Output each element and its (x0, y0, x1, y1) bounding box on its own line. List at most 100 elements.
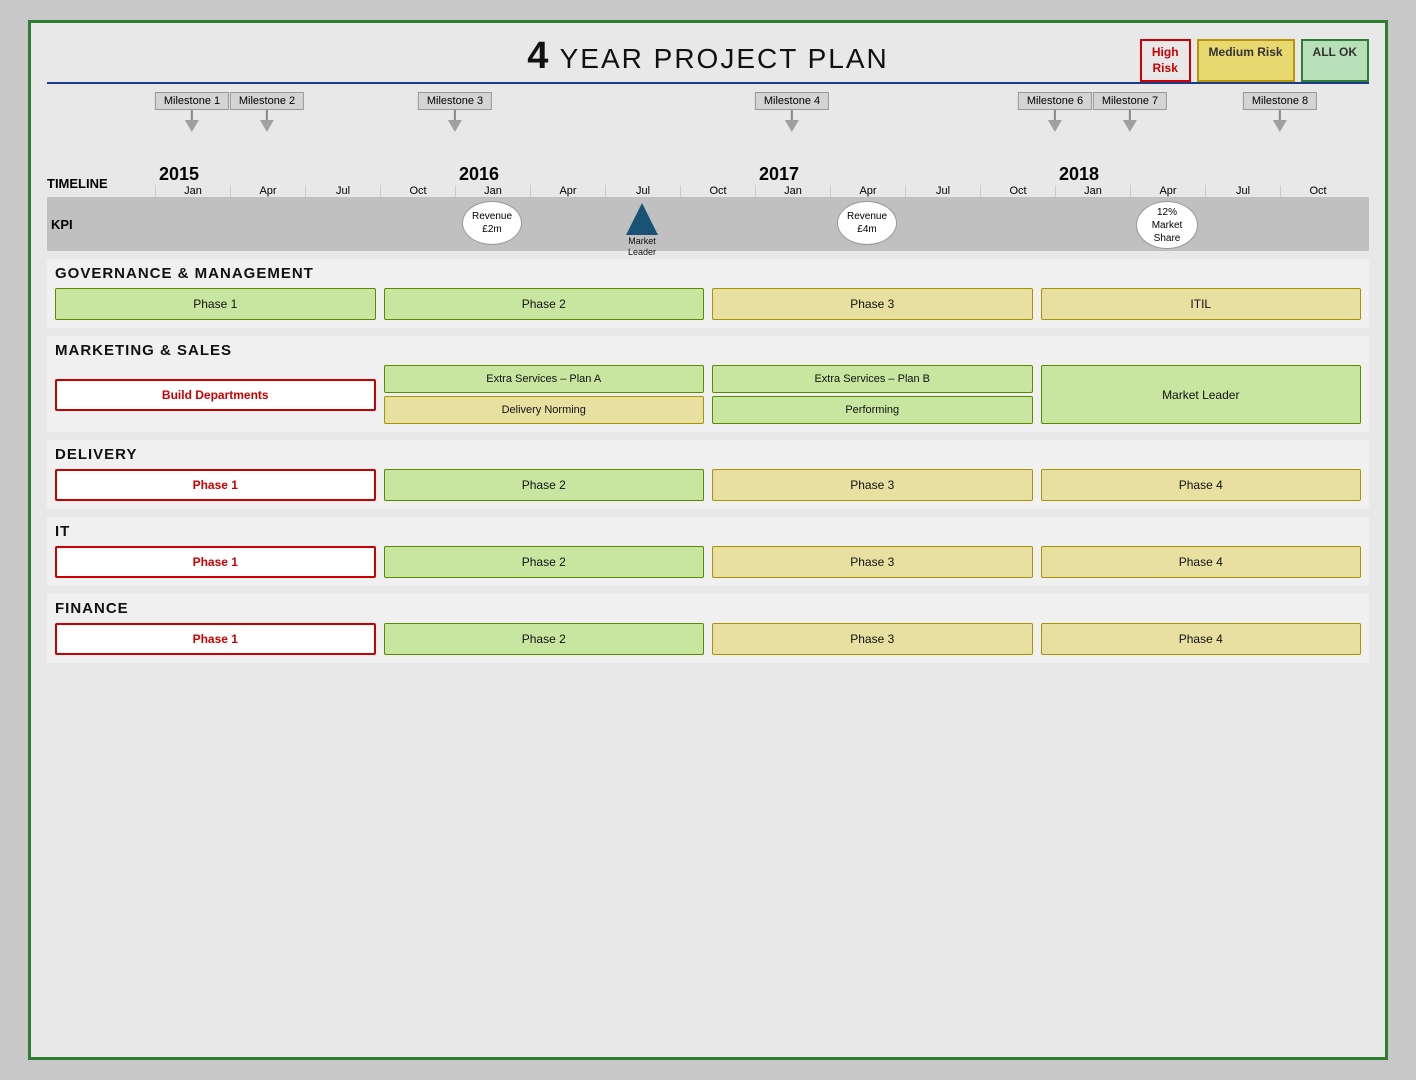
mkt-cell-1: Build Departments (55, 365, 376, 424)
fin-phase3[interactable]: Phase 3 (712, 623, 1033, 655)
month-jan-2018: Jan (1055, 185, 1130, 197)
month-jan-2016: Jan (455, 185, 530, 197)
milestone-8: Milestone 8 (1243, 92, 1317, 132)
milestone-1-stem (191, 110, 193, 120)
months-2017: Jan Apr Jul Oct (755, 185, 1055, 197)
milestone-3: Milestone 3 (418, 92, 492, 132)
mkt-market-leader[interactable]: Market Leader (1041, 365, 1362, 424)
mkt-performing[interactable]: Performing (712, 396, 1033, 424)
milestone-4-stem (791, 110, 793, 120)
mkt-delivery-norming[interactable]: Delivery Norming (384, 396, 705, 424)
month-jul-2017: Jul (905, 185, 980, 197)
year-2018: 2018 (1055, 164, 1355, 185)
milestone-7-box: Milestone 7 (1093, 92, 1167, 110)
milestone-6-stem (1054, 110, 1056, 120)
marketing-header: MARKETING & SALES (47, 342, 1369, 359)
milestone-7-stem (1129, 110, 1131, 120)
gov-itil[interactable]: ITIL (1041, 288, 1362, 320)
month-apr-2018: Apr (1130, 185, 1205, 197)
it-row: Phase 1 Phase 2 Phase 3 Phase 4 (47, 546, 1369, 578)
timeline-label: TIMELINE (47, 176, 155, 191)
timeline-grid: Milestone 1 Milestone 2 Milestone 3 (155, 92, 1369, 197)
finance-section: FINANCE Phase 1 Phase 2 Phase 3 Phase 4 (47, 594, 1369, 663)
month-oct-2015: Oct (380, 185, 455, 197)
mkt-cell-2: Extra Services – Plan A Delivery Norming (384, 365, 705, 424)
delivery-header: DELIVERY (47, 446, 1369, 463)
milestone-3-arrow (448, 120, 462, 132)
mkt-build-departments[interactable]: Build Departments (55, 379, 376, 411)
milestone-8-box: Milestone 8 (1243, 92, 1317, 110)
it-phase1[interactable]: Phase 1 (55, 546, 376, 578)
milestone-1: Milestone 1 (155, 92, 229, 132)
marketing-section: MARKETING & SALES Build Departments Extr… (47, 336, 1369, 432)
gov-phase3[interactable]: Phase 3 (712, 288, 1033, 320)
fin-phase1[interactable]: Phase 1 (55, 623, 376, 655)
milestone-2-box: Milestone 2 (230, 92, 304, 110)
kpi-triangle-label: MarketLeader (628, 236, 656, 258)
main-container: 4 YEAR PROJECT PLAN HighRisk Medium Risk… (28, 20, 1388, 1060)
it-phase3[interactable]: Phase 3 (712, 546, 1033, 578)
year-2017: 2017 (755, 164, 1055, 185)
del-phase3[interactable]: Phase 3 (712, 469, 1033, 501)
year-2015-block: 2015 Jan Apr Jul Oct (155, 164, 455, 197)
kpi-revenue-4m: Revenue£4m (837, 201, 897, 245)
year-2018-block: 2018 Jan Apr Jul Oct (1055, 164, 1355, 197)
title-big: 4 (527, 35, 550, 77)
fin-phase2[interactable]: Phase 2 (384, 623, 705, 655)
kpi-revenue-4m-oval: Revenue£4m (837, 201, 897, 245)
milestone-1-arrow (185, 120, 199, 132)
month-jan-2015: Jan (155, 185, 230, 197)
it-phase4[interactable]: Phase 4 (1041, 546, 1362, 578)
milestone-3-stem (454, 110, 456, 120)
month-apr-2015: Apr (230, 185, 305, 197)
it-phase2[interactable]: Phase 2 (384, 546, 705, 578)
fin-cell-2: Phase 2 (384, 623, 705, 655)
milestone-3-box: Milestone 3 (418, 92, 492, 110)
delivery-section: DELIVERY Phase 1 Phase 2 Phase 3 Phase 4 (47, 440, 1369, 509)
month-apr-2016: Apr (530, 185, 605, 197)
legend-medium-risk: Medium Risk (1197, 39, 1295, 82)
it-section: IT Phase 1 Phase 2 Phase 3 Phase 4 (47, 517, 1369, 586)
legend-high-risk: HighRisk (1140, 39, 1191, 82)
it-cell-1: Phase 1 (55, 546, 376, 578)
kpi-market-leader: MarketLeader (626, 203, 658, 258)
milestone-4-arrow (785, 120, 799, 132)
it-header: IT (47, 523, 1369, 540)
del-phase4[interactable]: Phase 4 (1041, 469, 1362, 501)
del-phase2[interactable]: Phase 2 (384, 469, 705, 501)
month-oct-2018: Oct (1280, 185, 1355, 197)
kpi-label: KPI (47, 217, 155, 232)
milestone-4-box: Milestone 4 (755, 92, 829, 110)
del-cell-3: Phase 3 (712, 469, 1033, 501)
kpi-revenue-2m: Revenue£2m (462, 201, 522, 245)
kpi-market-share-oval: 12%MarketShare (1136, 201, 1198, 249)
mkt-extra-services-a[interactable]: Extra Services – Plan A (384, 365, 705, 393)
it-cell-4: Phase 4 (1041, 546, 1362, 578)
kpi-triangle-shape (626, 203, 658, 235)
fin-phase4[interactable]: Phase 4 (1041, 623, 1362, 655)
governance-section: GOVERNANCE & MANAGEMENT Phase 1 Phase 2 … (47, 259, 1369, 328)
legend-all-ok: ALL OK (1301, 39, 1369, 82)
del-cell-4: Phase 4 (1041, 469, 1362, 501)
mkt-cell-4: Market Leader (1041, 365, 1362, 424)
milestone-6-box: Milestone 6 (1018, 92, 1092, 110)
title-rest: YEAR PROJECT PLAN (550, 43, 888, 74)
governance-header: GOVERNANCE & MANAGEMENT (47, 265, 1369, 282)
month-jul-2015: Jul (305, 185, 380, 197)
months-2015: Jan Apr Jul Oct (155, 185, 455, 197)
milestone-2-arrow (260, 120, 274, 132)
mkt-extra-services-b[interactable]: Extra Services – Plan B (712, 365, 1033, 393)
milestone-1-box: Milestone 1 (155, 92, 229, 110)
gov-phase2[interactable]: Phase 2 (384, 288, 705, 320)
gov-cell-4: ITIL (1041, 288, 1362, 320)
milestone-8-stem (1279, 110, 1281, 120)
it-cell-3: Phase 3 (712, 546, 1033, 578)
month-jul-2016: Jul (605, 185, 680, 197)
kpi-market-share: 12%MarketShare (1136, 201, 1198, 249)
kpi-inner: Revenue£2m MarketLeader Revenue£4m 12%Ma… (155, 197, 1369, 251)
timeline-label-col: TIMELINE (47, 92, 155, 197)
milestone-8-arrow (1273, 120, 1287, 132)
month-jan-2017: Jan (755, 185, 830, 197)
gov-phase1[interactable]: Phase 1 (55, 288, 376, 320)
del-phase1[interactable]: Phase 1 (55, 469, 376, 501)
